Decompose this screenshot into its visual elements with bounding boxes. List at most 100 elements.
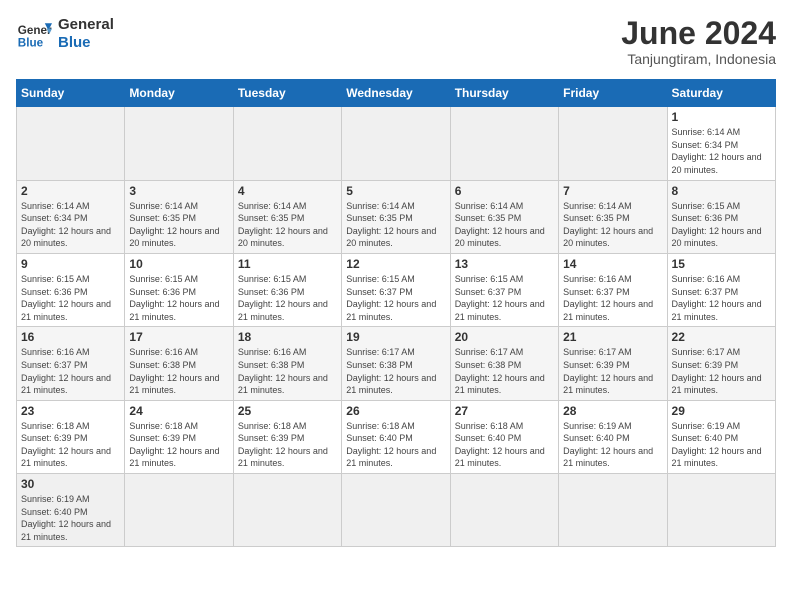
calendar-cell: 25Sunrise: 6:18 AM Sunset: 6:39 PM Dayli… (233, 400, 341, 473)
calendar-cell: 18Sunrise: 6:16 AM Sunset: 6:38 PM Dayli… (233, 327, 341, 400)
calendar-header-tuesday: Tuesday (233, 80, 341, 107)
day-number: 20 (455, 330, 554, 344)
day-info: Sunrise: 6:17 AM Sunset: 6:38 PM Dayligh… (455, 346, 554, 396)
calendar-cell (125, 107, 233, 180)
day-info: Sunrise: 6:14 AM Sunset: 6:35 PM Dayligh… (238, 200, 337, 250)
calendar-cell: 1 Sunrise: 6:14 AM Sunset: 6:34 PM Daylig… (667, 107, 775, 180)
calendar-week-row: 16Sunrise: 6:16 AM Sunset: 6:37 PM Dayli… (17, 327, 776, 400)
calendar-cell (667, 474, 775, 547)
calendar-cell: 12 Sunrise: 6:15 AM Sunset: 6:37 PM Dayli… (342, 253, 450, 326)
calendar-subtitle: Tanjungtiram, Indonesia (621, 51, 776, 67)
day-number: 1 (672, 110, 771, 124)
day-info: Sunrise: 6:16 AM Sunset: 6:38 PM Dayligh… (129, 346, 228, 396)
day-info: Sunrise: 6:18 AM Sunset: 6:40 PM Dayligh… (346, 420, 445, 470)
calendar-week-row: 23Sunrise: 6:18 AM Sunset: 6:39 PM Dayli… (17, 400, 776, 473)
calendar-cell (17, 107, 125, 180)
calendar-cell: 22Sunrise: 6:17 AM Sunset: 6:39 PM Dayli… (667, 327, 775, 400)
day-info: Sunrise: 6:15 AM Sunset: 6:36 PM Dayligh… (672, 200, 771, 250)
calendar-cell: 30Sunrise: 6:19 AM Sunset: 6:40 PM Dayli… (17, 474, 125, 547)
calendar-cell (450, 107, 558, 180)
calendar-cell: 23Sunrise: 6:18 AM Sunset: 6:39 PM Dayli… (17, 400, 125, 473)
day-info: Sunrise: 6:18 AM Sunset: 6:39 PM Dayligh… (21, 420, 120, 470)
calendar-week-row: 1 Sunrise: 6:14 AM Sunset: 6:34 PM Daylig… (17, 107, 776, 180)
calendar-cell (233, 107, 341, 180)
day-number: 11 (238, 257, 337, 271)
day-info: Sunrise: 6:14 AM Sunset: 6:34 PM Dayligh… (21, 200, 120, 250)
calendar-cell: 2Sunrise: 6:14 AM Sunset: 6:34 PM Daylig… (17, 180, 125, 253)
logo-general: General (58, 16, 114, 34)
logo: General Blue General Blue (16, 16, 114, 52)
day-number: 24 (129, 404, 228, 418)
calendar-cell (342, 474, 450, 547)
calendar-week-row: 9Sunrise: 6:15 AM Sunset: 6:36 PM Daylig… (17, 253, 776, 326)
calendar-cell: 17 Sunrise: 6:16 AM Sunset: 6:38 PM Dayli… (125, 327, 233, 400)
calendar-cell: 15Sunrise: 6:16 AM Sunset: 6:37 PM Dayli… (667, 253, 775, 326)
calendar-cell: 7Sunrise: 6:14 AM Sunset: 6:35 PM Daylig… (559, 180, 667, 253)
day-info: Sunrise: 6:14 AM Sunset: 6:35 PM Dayligh… (455, 200, 554, 250)
calendar-cell: 3Sunrise: 6:14 AM Sunset: 6:35 PM Daylig… (125, 180, 233, 253)
day-number: 10 (129, 257, 228, 271)
day-info: Sunrise: 6:15 AM Sunset: 6:36 PM Dayligh… (129, 273, 228, 323)
calendar-header-saturday: Saturday (667, 80, 775, 107)
calendar-cell: 6 Sunrise: 6:14 AM Sunset: 6:35 PM Daylig… (450, 180, 558, 253)
calendar-cell: 4 Sunrise: 6:14 AM Sunset: 6:35 PM Daylig… (233, 180, 341, 253)
day-number: 13 (455, 257, 554, 271)
day-info: Sunrise: 6:15 AM Sunset: 6:36 PM Dayligh… (21, 273, 120, 323)
calendar-cell (559, 107, 667, 180)
day-info: Sunrise: 6:15 AM Sunset: 6:36 PM Dayligh… (238, 273, 337, 323)
day-number: 26 (346, 404, 445, 418)
day-info: Sunrise: 6:14 AM Sunset: 6:35 PM Dayligh… (346, 200, 445, 250)
day-number: 27 (455, 404, 554, 418)
calendar-header-friday: Friday (559, 80, 667, 107)
title-block: June 2024 Tanjungtiram, Indonesia (621, 16, 776, 67)
logo-icon: General Blue (16, 16, 52, 52)
calendar-cell: 21Sunrise: 6:17 AM Sunset: 6:39 PM Dayli… (559, 327, 667, 400)
svg-text:Blue: Blue (18, 37, 44, 50)
day-info: Sunrise: 6:16 AM Sunset: 6:37 PM Dayligh… (21, 346, 120, 396)
calendar-cell (450, 474, 558, 547)
calendar-cell: 16Sunrise: 6:16 AM Sunset: 6:37 PM Dayli… (17, 327, 125, 400)
calendar-cell: 8 Sunrise: 6:15 AM Sunset: 6:36 PM Daylig… (667, 180, 775, 253)
calendar-header-row: SundayMondayTuesdayWednesdayThursdayFrid… (17, 80, 776, 107)
calendar-cell: 9Sunrise: 6:15 AM Sunset: 6:36 PM Daylig… (17, 253, 125, 326)
day-number: 5 (346, 184, 445, 198)
day-number: 8 (672, 184, 771, 198)
day-number: 17 (129, 330, 228, 344)
day-number: 12 (346, 257, 445, 271)
logo-blue: Blue (58, 34, 114, 52)
calendar-cell: 5 Sunrise: 6:14 AM Sunset: 6:35 PM Daylig… (342, 180, 450, 253)
calendar-header-sunday: Sunday (17, 80, 125, 107)
calendar-cell: 13 Sunrise: 6:15 AM Sunset: 6:37 PM Dayli… (450, 253, 558, 326)
calendar-cell: 20 Sunrise: 6:17 AM Sunset: 6:38 PM Dayli… (450, 327, 558, 400)
day-info: Sunrise: 6:14 AM Sunset: 6:35 PM Dayligh… (563, 200, 662, 250)
calendar-cell (125, 474, 233, 547)
day-number: 29 (672, 404, 771, 418)
day-info: Sunrise: 6:15 AM Sunset: 6:37 PM Dayligh… (455, 273, 554, 323)
day-info: Sunrise: 6:14 AM Sunset: 6:35 PM Dayligh… (129, 200, 228, 250)
day-info: Sunrise: 6:18 AM Sunset: 6:40 PM Dayligh… (455, 420, 554, 470)
day-info: Sunrise: 6:17 AM Sunset: 6:39 PM Dayligh… (563, 346, 662, 396)
day-info: Sunrise: 6:15 AM Sunset: 6:37 PM Dayligh… (346, 273, 445, 323)
day-info: Sunrise: 6:19 AM Sunset: 6:40 PM Dayligh… (563, 420, 662, 470)
calendar-cell: 11 Sunrise: 6:15 AM Sunset: 6:36 PM Dayli… (233, 253, 341, 326)
calendar-cell: 26 Sunrise: 6:18 AM Sunset: 6:40 PM Dayli… (342, 400, 450, 473)
day-number: 15 (672, 257, 771, 271)
day-number: 6 (455, 184, 554, 198)
day-number: 4 (238, 184, 337, 198)
day-info: Sunrise: 6:16 AM Sunset: 6:37 PM Dayligh… (563, 273, 662, 323)
calendar-title: June 2024 (621, 16, 776, 51)
calendar-header-wednesday: Wednesday (342, 80, 450, 107)
day-number: 28 (563, 404, 662, 418)
day-number: 30 (21, 477, 120, 491)
day-number: 22 (672, 330, 771, 344)
day-info: Sunrise: 6:14 AM Sunset: 6:34 PM Dayligh… (672, 126, 771, 176)
day-info: Sunrise: 6:19 AM Sunset: 6:40 PM Dayligh… (672, 420, 771, 470)
calendar-cell (342, 107, 450, 180)
day-number: 25 (238, 404, 337, 418)
calendar-cell: 10 Sunrise: 6:15 AM Sunset: 6:36 PM Dayli… (125, 253, 233, 326)
calendar-cell: 24Sunrise: 6:18 AM Sunset: 6:39 PM Dayli… (125, 400, 233, 473)
calendar-cell (559, 474, 667, 547)
day-number: 14 (563, 257, 662, 271)
calendar-table: SundayMondayTuesdayWednesdayThursdayFrid… (16, 79, 776, 547)
calendar-cell (233, 474, 341, 547)
